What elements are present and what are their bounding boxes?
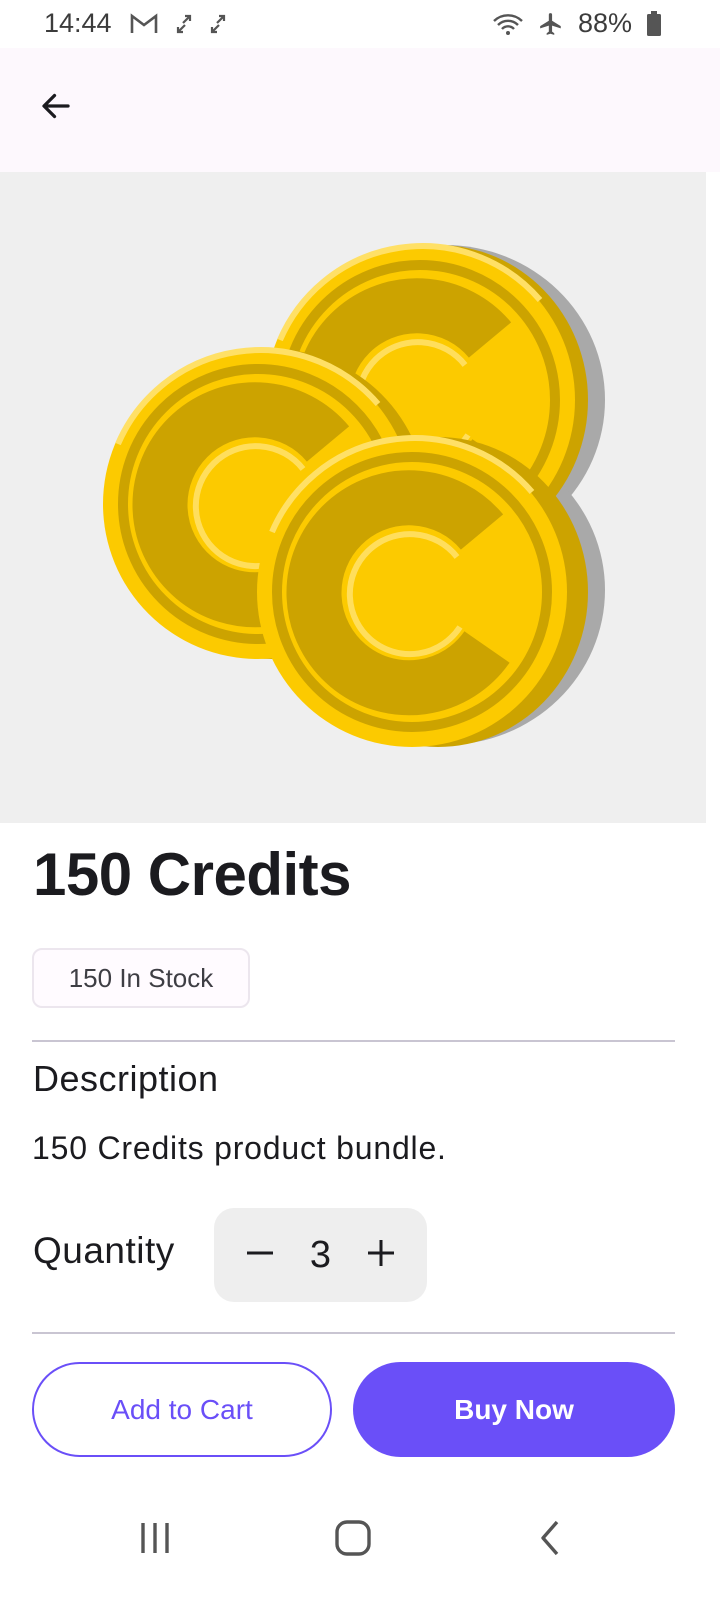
description-text: 150 Credits product bundle.	[32, 1130, 447, 1166]
plus-icon	[366, 1238, 396, 1273]
home-button[interactable]	[313, 1500, 393, 1580]
arrow-back-icon	[38, 88, 74, 129]
battery-percent: 88%	[577, 8, 632, 38]
sync-icon	[210, 13, 226, 35]
minus-icon	[245, 1238, 275, 1273]
back-icon	[535, 1518, 565, 1563]
quantity-label: Quantity	[33, 1230, 175, 1271]
description-heading: Description	[33, 1058, 219, 1099]
airplane-icon	[538, 11, 564, 37]
product-image	[0, 172, 706, 823]
increment-button[interactable]	[361, 1235, 401, 1275]
divider	[32, 1332, 675, 1334]
coins-icon	[0, 172, 605, 823]
quantity-value: 3	[309, 1233, 332, 1276]
wifi-icon	[492, 12, 524, 36]
recent-apps-button[interactable]	[115, 1500, 195, 1580]
status-right: 88%	[492, 8, 662, 39]
status-time: 14:44	[44, 8, 112, 38]
buy-now-button[interactable]: Buy Now	[353, 1362, 675, 1457]
quantity-stepper: 3	[214, 1208, 427, 1302]
system-nav-bar	[0, 1480, 720, 1600]
add-to-cart-button[interactable]: Add to Cart	[32, 1362, 332, 1457]
product-title: 150 Credits	[33, 841, 352, 908]
home-icon	[333, 1518, 373, 1563]
status-left: 14:44	[44, 8, 226, 39]
decrement-button[interactable]	[240, 1235, 280, 1275]
back-button[interactable]	[28, 80, 84, 136]
stock-badge: 150 In Stock	[32, 948, 250, 1008]
gmail-icon	[130, 12, 158, 35]
recent-apps-icon	[137, 1520, 173, 1561]
nav-back-button[interactable]	[510, 1500, 590, 1580]
divider	[32, 1040, 675, 1042]
battery-icon	[646, 10, 662, 37]
status-bar: 14:44 88%	[0, 0, 720, 48]
app-bar	[0, 48, 720, 172]
sync-icon	[176, 13, 192, 35]
